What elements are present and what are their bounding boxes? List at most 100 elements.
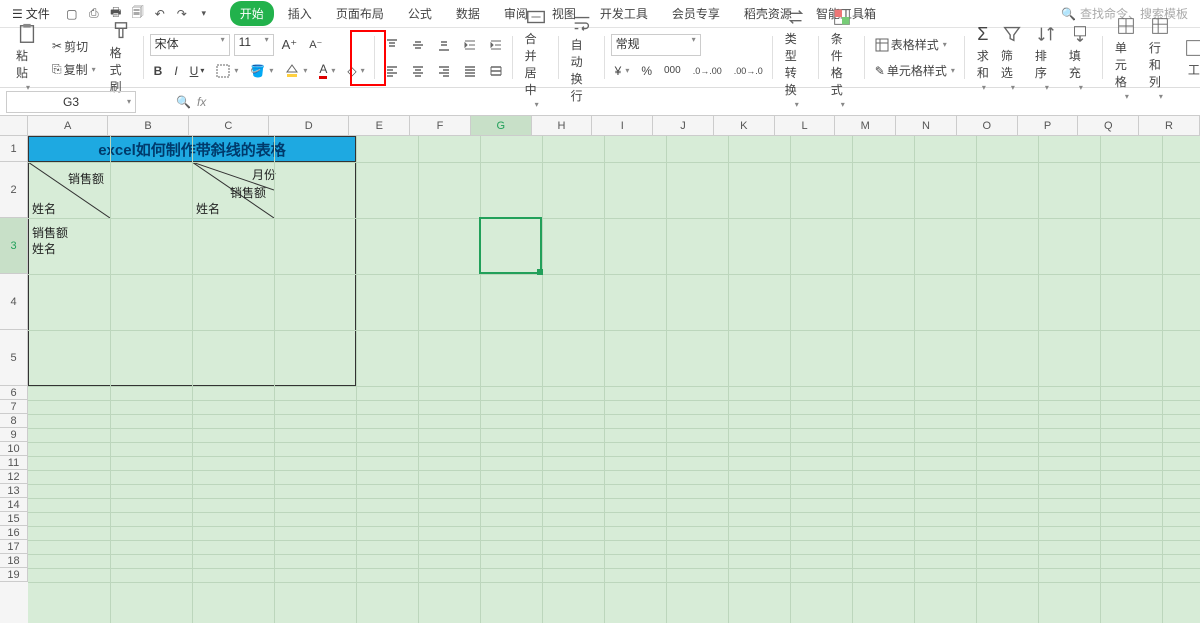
- row-header-8[interactable]: 8: [0, 414, 28, 428]
- fill-color-button[interactable]: 🪣: [246, 62, 277, 80]
- col-header-K[interactable]: K: [714, 116, 775, 136]
- align-bottom-button[interactable]: [433, 36, 455, 54]
- worksheet-button[interactable]: 工: [1177, 13, 1200, 103]
- col-header-G[interactable]: G: [471, 116, 532, 136]
- select-all-corner[interactable]: [0, 116, 28, 136]
- justify-button[interactable]: [459, 62, 481, 80]
- row-header-11[interactable]: 11: [0, 456, 28, 470]
- col-header-I[interactable]: I: [592, 116, 653, 136]
- row-header-14[interactable]: 14: [0, 498, 28, 512]
- col-header-C[interactable]: C: [189, 116, 269, 136]
- row-header-12[interactable]: 12: [0, 470, 28, 484]
- percent-button[interactable]: %: [637, 62, 656, 80]
- row-header-17[interactable]: 17: [0, 540, 28, 554]
- format-painter-button[interactable]: 格式刷: [104, 18, 138, 97]
- type-convert-button[interactable]: 类型转换: [779, 4, 813, 111]
- row-header-2[interactable]: 2: [0, 162, 28, 218]
- increase-decimal-button[interactable]: .0→.00: [689, 64, 726, 78]
- row-header-18[interactable]: 18: [0, 554, 28, 568]
- col-header-P[interactable]: P: [1018, 116, 1079, 136]
- align-left-button[interactable]: [381, 62, 403, 80]
- currency-button[interactable]: ¥: [611, 62, 634, 80]
- tab-公式[interactable]: 公式: [398, 1, 442, 26]
- fill-button[interactable]: 填充: [1063, 21, 1097, 94]
- clear-format-button[interactable]: ◇: [343, 62, 368, 80]
- number-format-select[interactable]: 常规▾: [611, 34, 701, 56]
- col-header-N[interactable]: N: [896, 116, 957, 136]
- col-header-B[interactable]: B: [108, 116, 188, 136]
- align-right-button[interactable]: [433, 62, 455, 80]
- font-size-select[interactable]: 11▾: [234, 34, 274, 56]
- zoom-icon[interactable]: 🔍: [176, 95, 191, 109]
- formatpainter-label: 格式刷: [110, 44, 132, 95]
- align-top-button[interactable]: [381, 36, 403, 54]
- cell-style-button[interactable]: ✎单元格样式: [871, 60, 959, 81]
- distribute-button[interactable]: [485, 62, 507, 80]
- align-middle-button[interactable]: [407, 36, 429, 54]
- paste-button[interactable]: 粘贴: [10, 18, 44, 97]
- table-style-button[interactable]: 表格样式: [871, 34, 951, 55]
- col-header-J[interactable]: J: [653, 116, 714, 136]
- decrease-indent-button[interactable]: [459, 36, 481, 54]
- name-box[interactable]: G3: [6, 91, 136, 113]
- tab-会员专享[interactable]: 会员专享: [662, 1, 730, 26]
- col-header-F[interactable]: F: [410, 116, 471, 136]
- align-center-button[interactable]: [407, 62, 429, 80]
- filter-button[interactable]: 筛选: [995, 21, 1029, 94]
- col-header-E[interactable]: E: [349, 116, 410, 136]
- decrease-font-button[interactable]: A⁻: [305, 36, 326, 53]
- border-button[interactable]: [212, 62, 242, 80]
- conditional-format-button[interactable]: 条件格式: [825, 4, 859, 111]
- row-header-6[interactable]: 6: [0, 386, 28, 400]
- row-header-16[interactable]: 16: [0, 526, 28, 540]
- row-header-7[interactable]: 7: [0, 400, 28, 414]
- font-name-select[interactable]: 宋体▾: [150, 34, 230, 56]
- tab-插入[interactable]: 插入: [278, 1, 322, 26]
- copy-button[interactable]: ⎘复制: [48, 59, 100, 80]
- wrap-text-button[interactable]: 自动换行: [565, 10, 599, 106]
- rowcol-label: 行和列: [1149, 39, 1171, 90]
- col-header-M[interactable]: M: [835, 116, 896, 136]
- tab-数据[interactable]: 数据: [446, 1, 490, 26]
- increase-font-button[interactable]: A⁺: [278, 35, 302, 55]
- cut-button[interactable]: ✂剪切: [48, 36, 100, 57]
- row-header-15[interactable]: 15: [0, 512, 28, 526]
- col-header-H[interactable]: H: [532, 116, 593, 136]
- fill-color2-button[interactable]: [281, 62, 311, 80]
- col-header-A[interactable]: A: [28, 116, 108, 136]
- row-header-10[interactable]: 10: [0, 442, 28, 456]
- col-header-D[interactable]: D: [269, 116, 349, 136]
- col-header-Q[interactable]: Q: [1078, 116, 1139, 136]
- bold-button[interactable]: B: [150, 62, 167, 80]
- qat-more-icon[interactable]: ▾: [194, 4, 214, 24]
- cell-button[interactable]: 单元格: [1109, 13, 1143, 103]
- row-header-5[interactable]: 5: [0, 330, 28, 386]
- decrease-decimal-button[interactable]: .00→.0: [730, 64, 767, 78]
- tab-页面布局[interactable]: 页面布局: [326, 1, 394, 26]
- row-header-19[interactable]: 19: [0, 568, 28, 582]
- increase-indent-button[interactable]: [485, 36, 507, 54]
- col-header-R[interactable]: R: [1139, 116, 1200, 136]
- active-cell-outline: [479, 217, 542, 274]
- rowcol-button[interactable]: 行和列: [1143, 13, 1177, 103]
- gridline: [28, 554, 1200, 555]
- fx-label[interactable]: fx: [197, 95, 206, 109]
- tab-开始[interactable]: 开始: [230, 1, 274, 26]
- col-header-O[interactable]: O: [957, 116, 1018, 136]
- sort-button[interactable]: 排序: [1029, 21, 1063, 94]
- sum-button[interactable]: Σ求和: [971, 21, 995, 94]
- comma-button[interactable]: 000: [660, 63, 685, 78]
- col-header-L[interactable]: L: [775, 116, 836, 136]
- row-header-1[interactable]: 1: [0, 136, 28, 162]
- row-header-3[interactable]: 3: [0, 218, 28, 274]
- tab-开发工具[interactable]: 开发工具: [590, 1, 658, 26]
- font-color-button[interactable]: A: [315, 60, 339, 81]
- row-header-4[interactable]: 4: [0, 274, 28, 330]
- italic-button[interactable]: I: [170, 62, 181, 80]
- row-header-9[interactable]: 9: [0, 428, 28, 442]
- underline-button[interactable]: U▾: [186, 62, 209, 80]
- qat-undo-icon[interactable]: ↶: [150, 4, 170, 24]
- qat-redo-icon[interactable]: ↷: [172, 4, 192, 24]
- row-header-13[interactable]: 13: [0, 484, 28, 498]
- merge-center-button[interactable]: 合并居中: [519, 4, 553, 111]
